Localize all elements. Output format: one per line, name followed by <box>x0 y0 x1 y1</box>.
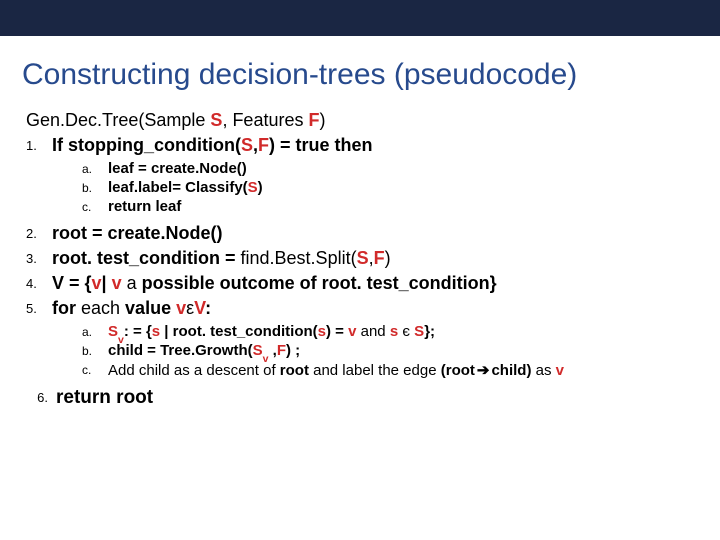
l5-eps: ε <box>186 298 194 318</box>
c5-f: child) <box>491 362 531 379</box>
num-1c: c. <box>82 198 108 215</box>
b5-a: child = Tree.Growth( <box>108 342 253 359</box>
num-5b: b. <box>82 342 108 359</box>
a5-c: : = { <box>124 323 152 340</box>
l1-f: F <box>258 135 269 155</box>
c5-g: as <box>531 362 555 379</box>
sig-close: ) <box>319 110 325 130</box>
l6-body: return root <box>56 387 698 409</box>
step-5: 5. for each value vεV: <box>26 298 698 319</box>
step-5c: c. Add child as a descent of root and la… <box>82 361 698 379</box>
a5-s2: s <box>318 323 326 340</box>
num-3: 3. <box>26 248 52 269</box>
a5-s3: s <box>390 323 398 340</box>
sig-name: Gen.Dec.Tree <box>26 110 138 130</box>
step-1b: b. leaf.label= Classify(S) <box>82 179 698 196</box>
l4-e: a <box>122 273 142 293</box>
step-3: 3. root. test_condition = find.Best.Spli… <box>26 248 698 269</box>
l5-a: for <box>52 298 81 318</box>
l4-c: | <box>102 273 112 293</box>
c5-v: v <box>556 362 564 379</box>
step-1a: a. leaf = create.Node() <box>82 160 698 177</box>
l5-V: V <box>194 298 205 318</box>
b5-f: ) ; <box>286 342 300 359</box>
num-4: 4. <box>26 273 52 294</box>
l1-e: ) = true then <box>269 135 373 155</box>
a5-sub: v <box>118 334 124 346</box>
a5-i: and <box>356 323 389 340</box>
sig-open: (Sample <box>138 110 210 130</box>
l1b-c: ) <box>258 179 263 196</box>
l4-a: V = { <box>52 273 92 293</box>
num-1a: a. <box>82 160 108 177</box>
c5-d: and label the edge <box>313 362 441 379</box>
c5-c: root <box>280 362 313 379</box>
l3-a: root. test_condition = <box>52 248 241 268</box>
l3-b: find.Best.Split( <box>241 248 357 268</box>
l1a-body: leaf = create.Node() <box>108 160 698 177</box>
step-1: 1. If stopping_condition(S,F) = true the… <box>26 135 698 156</box>
a5-s1: s <box>152 323 160 340</box>
a5-e: | root. test_condition( <box>160 323 318 340</box>
a5-S: S <box>108 323 118 340</box>
b5-d: , <box>268 342 276 359</box>
arrow-icon: ➔ <box>475 361 492 379</box>
step-5a: a. Sv: = {s | root. test_condition(s) = … <box>82 323 698 340</box>
b5-sub: v <box>263 353 269 365</box>
num-5a: a. <box>82 323 108 340</box>
l1-s: S <box>241 135 253 155</box>
l4-v2: v <box>112 273 122 293</box>
a5-m: }; <box>424 323 435 340</box>
sig-f: F <box>308 110 319 130</box>
l5-b: each <box>81 298 125 318</box>
l4-f: possible outcome of root. test_condition… <box>142 273 497 293</box>
l3-f: F <box>374 248 385 268</box>
step-4: 4. V = {v| v a possible outcome of root.… <box>26 273 698 294</box>
sig-s: S <box>210 110 222 130</box>
b5-S: S <box>253 342 263 359</box>
l5-c: value <box>125 298 176 318</box>
num-5: 5. <box>26 298 52 319</box>
l2-body: root = create.Node() <box>52 223 698 244</box>
step-2: 2. root = create.Node() <box>26 223 698 244</box>
step-1c: c. return leaf <box>82 198 698 215</box>
num-2: 2. <box>26 223 52 244</box>
a5-k: є <box>398 323 414 340</box>
b5-F: F <box>277 342 286 359</box>
c5-e: (root <box>441 362 475 379</box>
l4-v1: v <box>92 273 102 293</box>
num-1b: b. <box>82 179 108 196</box>
step-6: 6. return root <box>14 387 698 409</box>
c5-a: Add child <box>108 362 174 379</box>
a5-S2: S <box>414 323 424 340</box>
l5-v: v <box>176 298 186 318</box>
l1b-s: S <box>248 179 258 196</box>
l3-f2: ) <box>385 248 391 268</box>
num-5c: c. <box>82 361 108 379</box>
slide-title: Constructing decision-trees (pseudocode) <box>22 58 698 92</box>
l3-s: S <box>357 248 369 268</box>
a5-g: ) = <box>326 323 348 340</box>
l1-a: If stopping_condition( <box>52 135 241 155</box>
slide-content: Constructing decision-trees (pseudocode)… <box>0 36 720 409</box>
sig-sep: , Features <box>222 110 308 130</box>
top-bar <box>0 0 720 36</box>
step-5b: b. child = Tree.Growth(Sv ,F) ; <box>82 342 698 359</box>
l5-g: : <box>205 298 211 318</box>
num-1: 1. <box>26 135 52 156</box>
function-signature: Gen.Dec.Tree(Sample S, Features F) <box>26 110 698 131</box>
num-6: 6. <box>14 387 56 409</box>
l1b-a: leaf.label= Classify( <box>108 179 248 196</box>
l1c-body: return leaf <box>108 198 698 215</box>
